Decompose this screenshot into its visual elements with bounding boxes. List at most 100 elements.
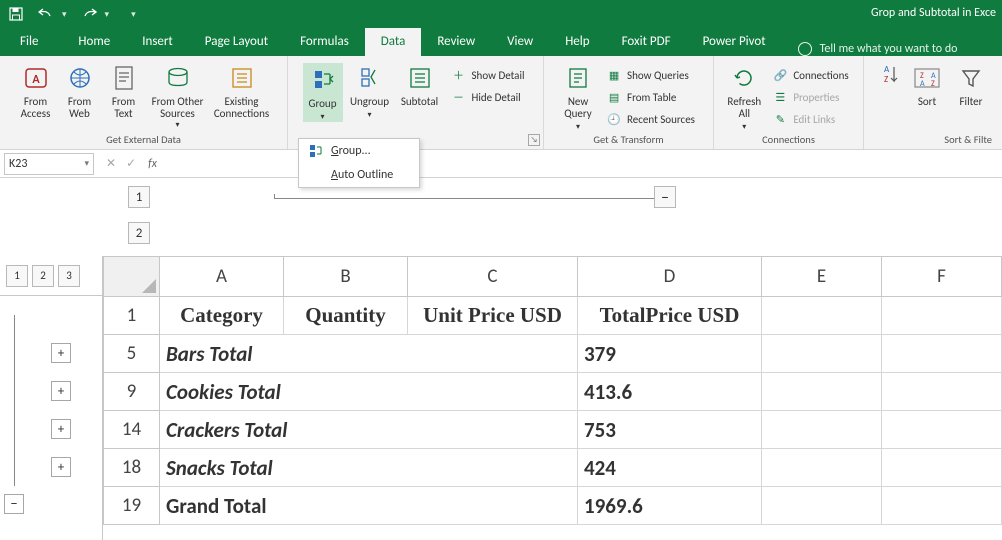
cell-E1[interactable] [762,297,882,335]
expand-cookies-button[interactable]: + [51,381,71,401]
cell-A5[interactable]: Bars Total [160,335,578,373]
cell-E18[interactable] [762,449,882,487]
group-icon [309,144,323,158]
cell-E9[interactable] [762,373,882,411]
outline-dialog-launcher[interactable]: ↘ [528,134,540,146]
tab-help[interactable]: Help [549,28,605,56]
save-icon[interactable] [8,6,24,22]
undo-icon[interactable] [38,6,54,22]
col-header-D[interactable]: D [578,257,762,297]
tab-foxit[interactable]: Foxit PDF [606,28,687,56]
redo-dropdown-icon[interactable]: ▾ [105,9,110,20]
cell-D9[interactable]: 413.6 [578,373,762,411]
undo-dropdown-icon[interactable]: ▾ [62,9,67,20]
properties-label: Properties [793,91,839,104]
dropdown-group[interactable]: Group... [299,139,419,163]
new-query-button[interactable]: New Query ▾ [558,63,598,132]
row-header-1[interactable]: 1 [104,297,160,335]
tab-home[interactable]: Home [62,28,126,56]
select-all-corner[interactable] [104,257,160,297]
row-outline-level-1[interactable]: 1 [6,265,28,287]
name-box[interactable]: K23 ▾ [4,153,94,175]
cell-D14[interactable]: 753 [578,411,762,449]
col-header-F[interactable]: F [882,257,1002,297]
cell-A18[interactable]: Snacks Total [160,449,578,487]
tab-power-pivot[interactable]: Power Pivot [687,28,782,56]
cell-F5[interactable] [882,335,1002,373]
subtotal-button[interactable]: Subtotal [397,63,443,122]
tab-insert[interactable]: Insert [126,28,189,56]
row-outline-level-2[interactable]: 2 [32,265,54,287]
refresh-all-button[interactable]: Refresh All ▾ [724,63,764,132]
row-header-14[interactable]: 14 [104,411,160,449]
tab-formulas[interactable]: Formulas [284,28,365,56]
cell-A14[interactable]: Crackers Total [160,411,578,449]
row-outline-level-3[interactable]: 3 [58,265,80,287]
cell-D5[interactable]: 379 [578,335,762,373]
tab-view[interactable]: View [491,28,549,56]
cell-A1[interactable]: Category [160,297,284,335]
cell-F1[interactable] [882,297,1002,335]
cell-D18[interactable]: 424 [578,449,762,487]
chevron-down-icon[interactable]: ▾ [84,158,89,169]
row-header-18[interactable]: 18 [104,449,160,487]
col-header-B[interactable]: B [284,257,408,297]
tab-file[interactable]: File [0,28,62,56]
sort-button[interactable]: ZAAZ Sort [907,63,947,108]
cell-C1[interactable]: Unit Price USD [408,297,578,335]
cell-F18[interactable] [882,449,1002,487]
cell-E5[interactable] [762,335,882,373]
col-outline-level-1[interactable]: 1 [128,186,150,208]
col-header-A[interactable]: A [160,257,284,297]
from-access-button[interactable]: A From Access [16,63,56,130]
filter-button[interactable]: Filter [951,63,991,108]
edit-links-button: ✎Edit Links [768,109,852,129]
expand-crackers-button[interactable]: + [51,419,71,439]
dropdown-auto-outline[interactable]: Auto Outline [299,163,419,187]
formula-input[interactable] [163,153,1002,175]
sort-az-button[interactable]: AZ [875,63,903,108]
cell-F9[interactable] [882,373,1002,411]
existing-connections-button[interactable]: Existing Connections [212,63,272,130]
row-header-5[interactable]: 5 [104,335,160,373]
row-header-19[interactable]: 19 [104,487,160,525]
cell-F19[interactable] [882,487,1002,525]
connections-button[interactable]: 🔗Connections [768,65,852,85]
col-outline-level-2[interactable]: 2 [128,222,150,244]
qat-customize-icon[interactable]: ▾ [131,9,136,20]
tab-data[interactable]: Data [365,28,422,56]
hide-detail-button[interactable]: － Hide Detail [447,87,529,107]
cell-E19[interactable] [762,487,882,525]
tab-page-layout[interactable]: Page Layout [189,28,284,56]
cell-E14[interactable] [762,411,882,449]
show-queries-button[interactable]: ▦Show Queries [602,65,699,85]
cell-D1[interactable]: TotalPrice USD [578,297,762,335]
redo-icon[interactable] [81,6,97,22]
cell-A19[interactable]: Grand Total [160,487,578,525]
expand-bars-button[interactable]: + [51,343,71,363]
tab-review[interactable]: Review [421,28,491,56]
from-text-button[interactable]: From Text [104,63,144,130]
recent-sources-button[interactable]: 🕘Recent Sources [602,109,699,129]
filter-icon [956,63,986,93]
cell-F14[interactable] [882,411,1002,449]
group-button[interactable]: Group ▾ [303,63,343,122]
from-table-button[interactable]: ▤From Table [602,87,699,107]
collapse-grand-button[interactable]: – [4,494,24,514]
show-detail-button[interactable]: ＋ Show Detail [447,65,529,85]
from-other-sources-button[interactable]: From Other Sources ▾ [148,63,208,130]
from-web-button[interactable]: From Web [60,63,100,130]
row-header-9[interactable]: 9 [104,373,160,411]
fx-icon[interactable]: fx [148,157,157,171]
cell-D19[interactable]: 1969.6 [578,487,762,525]
ungroup-button[interactable]: Ungroup ▾ [347,63,393,122]
tell-me[interactable]: Tell me what you want to do [782,42,958,56]
show-queries-icon: ▦ [606,67,622,83]
cells-grid[interactable]: A B C D E F 1 Category Quantity Unit Pri… [103,256,1002,540]
col-header-E[interactable]: E [762,257,882,297]
expand-snacks-button[interactable]: + [51,457,71,477]
cell-A9[interactable]: Cookies Total [160,373,578,411]
cell-B1[interactable]: Quantity [284,297,408,335]
col-header-C[interactable]: C [408,257,578,297]
col-collapse-button[interactable]: – [654,186,676,208]
